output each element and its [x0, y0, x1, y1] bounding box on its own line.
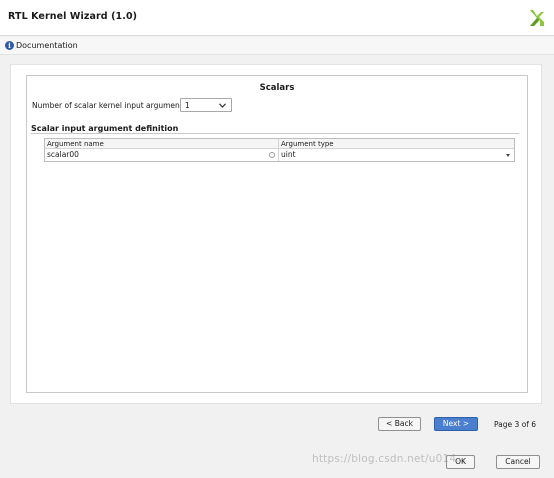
- argument-name-cell[interactable]: scalar00: [45, 149, 279, 161]
- num-args-select[interactable]: 1: [180, 98, 232, 112]
- argument-type-value: uint: [281, 150, 296, 159]
- section-divider: [31, 133, 519, 134]
- argument-type-cell[interactable]: uint: [279, 149, 514, 161]
- documentation-link[interactable]: Documentation: [16, 41, 78, 50]
- window-title: RTL Kernel Wizard (1.0): [8, 11, 138, 22]
- page-indicator: Page 3 of 6: [494, 420, 537, 429]
- argument-name-value: scalar00: [47, 150, 79, 159]
- num-args-label: Number of scalar kernel input arguments: [32, 101, 187, 110]
- cancel-button[interactable]: Cancel: [496, 455, 540, 469]
- section-title: Scalar input argument definition: [31, 124, 179, 133]
- column-header-type[interactable]: Argument type: [279, 139, 514, 149]
- back-button[interactable]: < Back: [378, 417, 421, 431]
- next-button[interactable]: Next >: [434, 417, 478, 431]
- column-header-name[interactable]: Argument name: [45, 139, 279, 149]
- chevron-down-icon: [219, 103, 226, 108]
- arguments-table: Argument name Argument type scalar00 uin…: [44, 138, 515, 162]
- vendor-logo-icon: [530, 10, 544, 26]
- title-bar: RTL Kernel Wizard (1.0): [0, 0, 554, 36]
- documentation-bar: [0, 37, 554, 55]
- clear-icon[interactable]: [269, 152, 275, 158]
- num-args-value: 1: [185, 101, 190, 110]
- dropdown-arrow-icon: [506, 154, 510, 157]
- page-title: Scalars: [259, 83, 295, 93]
- scalars-panel: Scalars Number of scalar kernel input ar…: [26, 75, 528, 393]
- info-icon: i: [5, 41, 14, 50]
- watermark: https://blog.csdn.net/u014...: [312, 453, 467, 465]
